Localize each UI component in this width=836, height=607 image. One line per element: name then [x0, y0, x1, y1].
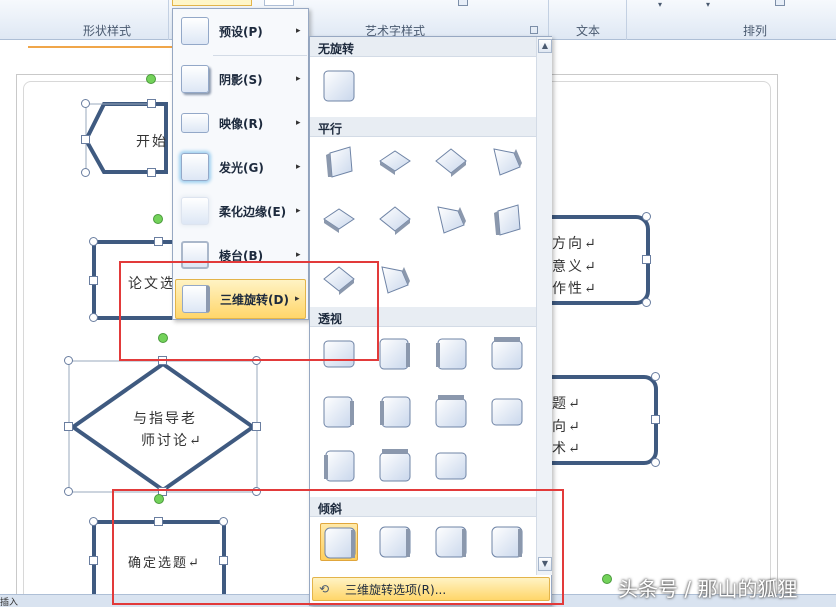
rotation-preset-tile[interactable] [376, 335, 414, 373]
right2-label-line1: 题↵ [552, 396, 582, 412]
rotation-preset-tile[interactable] [488, 201, 526, 239]
resize-handle[interactable] [154, 237, 163, 246]
watermark: 头条号 / 那山的狐狸 [618, 577, 798, 601]
resize-handle[interactable] [81, 168, 90, 177]
rotation-preset-tile[interactable] [376, 143, 414, 181]
menu-separator [213, 55, 307, 56]
menu-item-shadow[interactable]: 阴影(S) ▸ [175, 59, 306, 99]
submenu-arrow-icon: ▸ [296, 26, 301, 36]
menu-item-soft-edges[interactable]: 柔化边缘(E) ▸ [175, 191, 306, 231]
rotation-preset-tile[interactable] [432, 201, 470, 239]
resize-handle[interactable] [642, 255, 651, 264]
resize-handle[interactable] [651, 372, 660, 381]
preset-icon [181, 17, 209, 45]
chevron-down-icon[interactable]: ▾ [658, 0, 662, 9]
ribbon-group-shape-styles: 形状样式 [82, 24, 131, 38]
rotation-preset-tile[interactable] [432, 447, 470, 485]
rotation-preset-tile[interactable] [488, 143, 526, 181]
submenu-arrow-icon: ▸ [296, 74, 301, 84]
rotation-preset-tile[interactable] [320, 143, 358, 181]
resize-handle[interactable] [89, 517, 98, 526]
reflection-icon [181, 113, 209, 133]
resize-handle[interactable] [147, 99, 156, 108]
scroll-up-button[interactable]: ▲ [538, 39, 552, 53]
discuss-label-line2: 师讨论↵ [141, 433, 203, 449]
resize-handle[interactable] [64, 356, 73, 365]
rotation-preset-tile[interactable] [376, 447, 414, 485]
rotation-preset-tile[interactable] [432, 143, 470, 181]
rotate-handle[interactable] [153, 214, 163, 224]
rotation-preset-tile[interactable] [320, 67, 358, 105]
resize-handle[interactable] [89, 237, 98, 246]
menu-item-label: 阴影(S) [219, 72, 263, 87]
discuss-label-line1: 与指导老 [133, 411, 197, 427]
resize-handle[interactable] [642, 212, 651, 221]
rotation-preset-tile[interactable] [320, 393, 358, 431]
menu-item-label: 映像(R) [219, 116, 264, 131]
menu-item-glow[interactable]: 发光(G) ▸ [175, 147, 306, 187]
right2-label-line2: 向↵ [552, 419, 582, 435]
resize-handle[interactable] [89, 276, 98, 285]
glow-icon [181, 153, 209, 181]
section-no-rotation: 无旋转 [310, 37, 536, 57]
ribbon-separator [548, 0, 549, 40]
submenu-arrow-icon: ▸ [296, 118, 301, 128]
rotation-preset-tile[interactable] [376, 261, 414, 299]
resize-handle[interactable] [651, 415, 660, 424]
rotation-preset-tile[interactable] [320, 447, 358, 485]
ribbon-tool-shape-effects[interactable] [172, 0, 252, 6]
rotation-preset-tile[interactable] [320, 201, 358, 239]
start-label: 开始 [136, 134, 168, 150]
ribbon-dropdown[interactable] [264, 0, 294, 6]
ribbon-separator [168, 0, 169, 40]
menu-item-label: 发光(G) [219, 160, 264, 175]
submenu-arrow-icon: ▸ [296, 162, 301, 172]
dialog-launcher-icon[interactable] [530, 26, 538, 34]
rotation-preset-tile[interactable] [432, 393, 470, 431]
right1-label-line1: 方向↵ [552, 236, 598, 252]
resize-handle[interactable] [252, 422, 261, 431]
ribbon-group-arrange: 排列 [742, 24, 767, 38]
resize-handle[interactable] [147, 168, 156, 177]
section-parallel: 平行 [310, 117, 536, 137]
rotation-preset-tile[interactable] [376, 201, 414, 239]
menu-item-reflection[interactable]: 映像(R) ▸ [175, 103, 306, 143]
rotate-handle[interactable] [602, 574, 612, 584]
submenu-arrow-icon: ▸ [296, 206, 301, 216]
soft-edges-icon [181, 197, 209, 225]
submenu-arrow-icon: ▸ [296, 250, 301, 260]
resize-handle[interactable] [89, 556, 98, 565]
shadow-icon [181, 65, 209, 93]
right1-label-line2: 意义↵ [552, 259, 598, 275]
resize-handle[interactable] [81, 135, 90, 144]
resize-handle[interactable] [642, 298, 651, 307]
rotation-preset-tile[interactable] [488, 335, 526, 373]
ribbon-separator [626, 0, 627, 40]
annotation-box-oblique [112, 489, 564, 605]
rotation-preset-tile[interactable] [376, 393, 414, 431]
status-mode[interactable]: 插入 [0, 595, 18, 607]
annotation-box-3d-rotation [119, 261, 379, 361]
resize-handle[interactable] [89, 313, 98, 322]
resize-handle[interactable] [64, 422, 73, 431]
menu-item-label: 柔化边缘(E) [219, 204, 287, 219]
menu-item-preset[interactable]: 预设(P) ▸ [175, 11, 306, 51]
rotation-preset-tile[interactable] [488, 393, 526, 431]
right1-label-line3: 作性↵ [552, 281, 598, 297]
ribbon: 形状样式 艺术字样式 文本 排列 ▾ ▾ [0, 0, 836, 40]
resize-handle[interactable] [64, 487, 73, 496]
resize-handle[interactable] [651, 458, 660, 467]
align-icon[interactable] [775, 0, 785, 6]
right2-label-line3: 术↵ [552, 441, 582, 457]
resize-handle[interactable] [81, 99, 90, 108]
menu-item-label: 预设(P) [219, 24, 263, 39]
ribbon-group-text: 文本 [575, 24, 600, 38]
rotate-handle[interactable] [146, 74, 156, 84]
chevron-down-icon[interactable]: ▾ [706, 0, 710, 9]
rotation-preset-tile[interactable] [432, 335, 470, 373]
text-direction-icon[interactable] [458, 0, 468, 6]
